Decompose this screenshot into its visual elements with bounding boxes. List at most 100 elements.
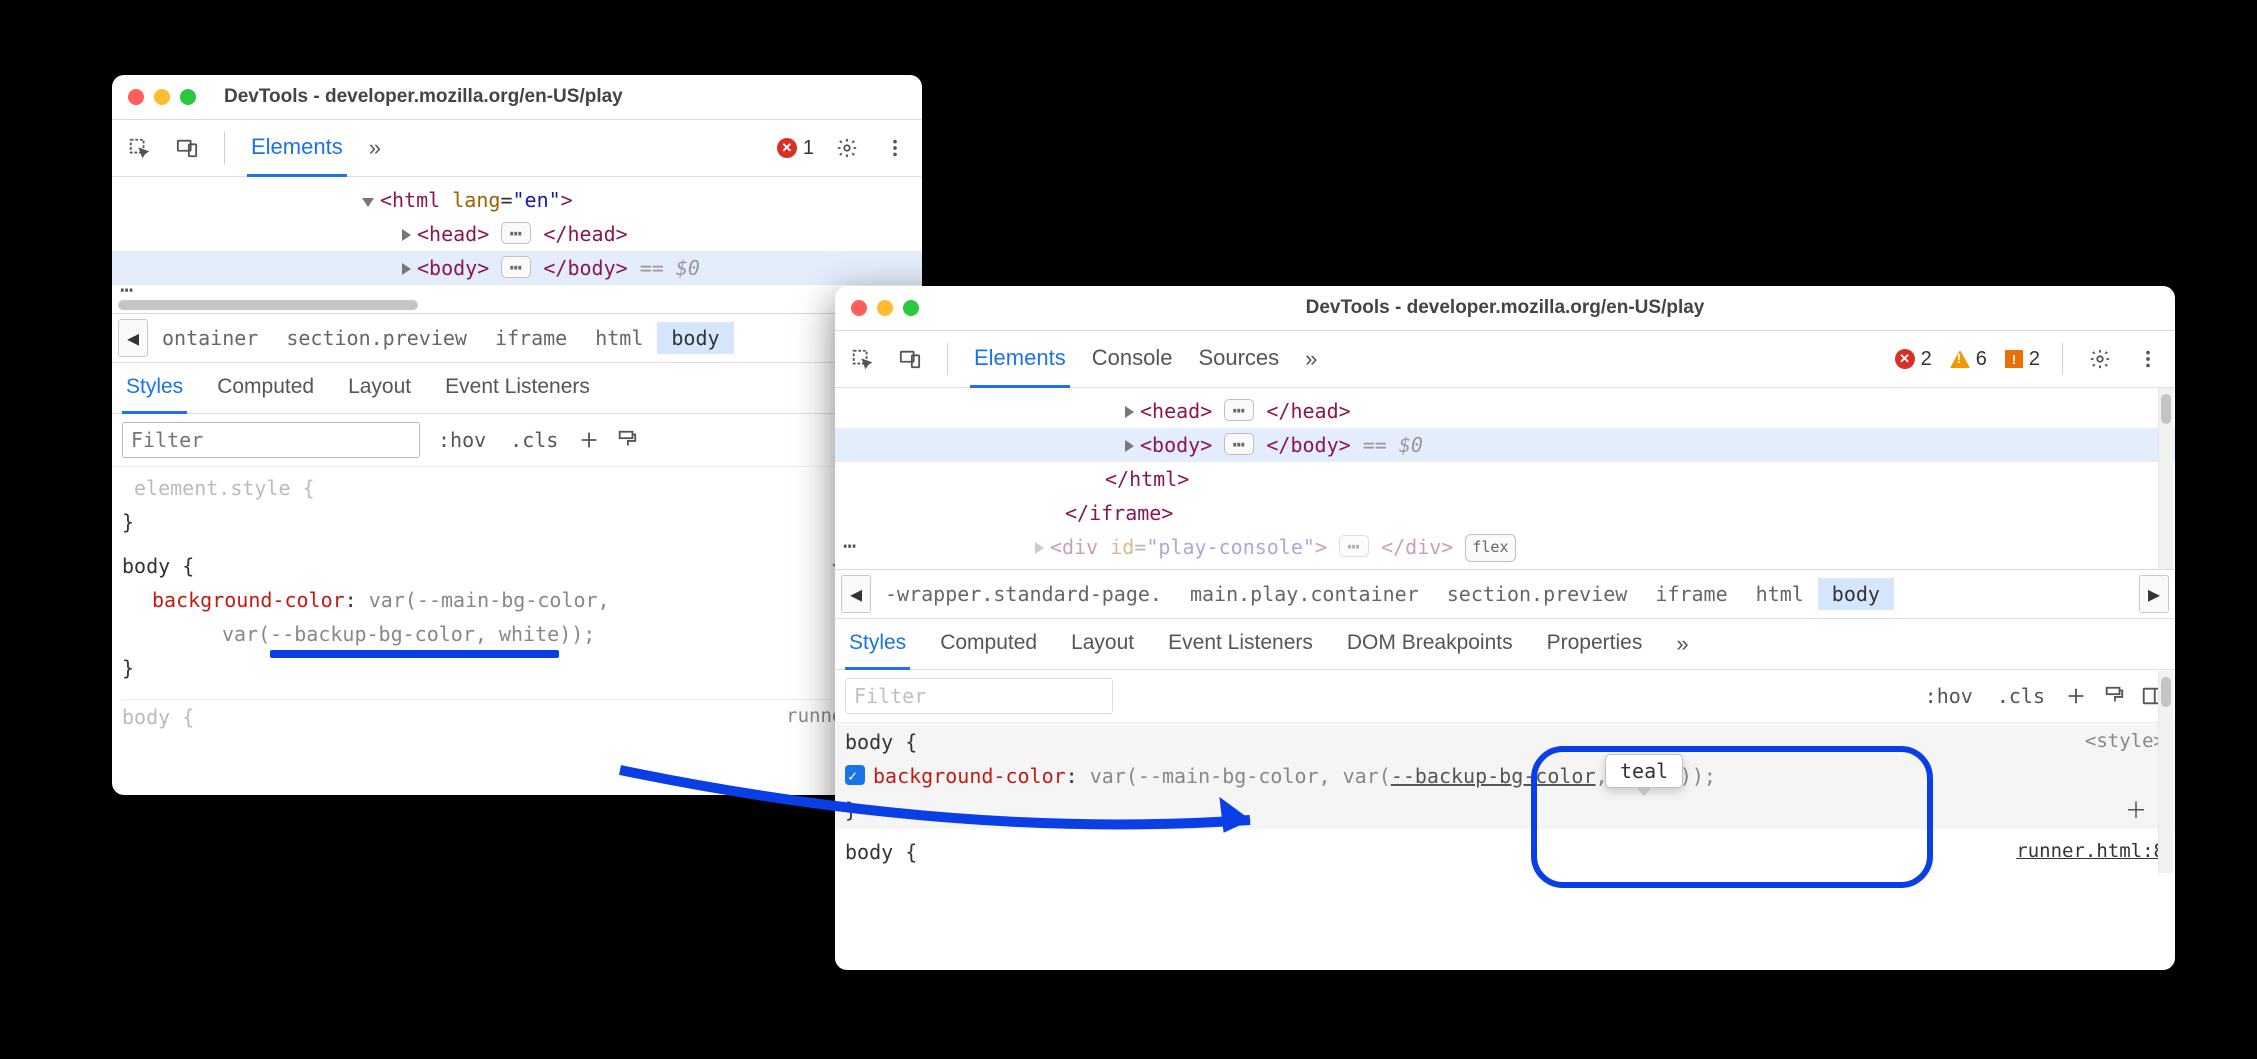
inspect-icon[interactable] <box>847 344 877 374</box>
ellipsis-icon[interactable]: ⋯ <box>1224 399 1254 421</box>
plus-icon[interactable] <box>576 427 602 453</box>
subtab-dom-breakpoints[interactable]: DOM Breakpoints <box>1343 619 1517 670</box>
dom-node-body-selected[interactable]: <body> ⋯ </body> == $0 <box>835 428 2175 462</box>
breadcrumb-scroll-left[interactable]: ◀ <box>841 575 871 613</box>
tab-elements[interactable]: Elements <box>247 120 347 177</box>
minimize-window-button[interactable] <box>154 89 170 105</box>
breadcrumb-scroll-left[interactable]: ◀ <box>118 319 148 357</box>
styles-filter-input[interactable] <box>845 678 1113 714</box>
breadcrumb-item[interactable]: iframe <box>1641 578 1741 610</box>
inspect-icon[interactable] <box>124 133 154 163</box>
breadcrumb-item[interactable]: html <box>581 322 657 354</box>
breadcrumb-item[interactable]: main.play.container <box>1176 578 1433 610</box>
tabs-overflow-icon[interactable]: » <box>365 135 385 161</box>
css-property-row-cont[interactable]: var(--backup-bg-color, white)); <box>122 617 912 651</box>
chevron-right-icon[interactable] <box>1125 440 1134 452</box>
dom-node-div[interactable]: <div id="play-console"> ⋯ </div> flex <box>835 530 2175 564</box>
close-window-button[interactable] <box>128 89 144 105</box>
tab-sources[interactable]: Sources <box>1194 331 1283 388</box>
styles-filter-input[interactable] <box>122 422 420 458</box>
dom-node-head[interactable]: <head> ⋯ </head> <box>835 394 2175 428</box>
breadcrumb-item-selected[interactable]: body <box>657 322 733 354</box>
chevron-right-icon[interactable] <box>402 263 411 275</box>
hover-toggle[interactable]: :hov <box>1919 682 1979 710</box>
zoom-window-button[interactable] <box>180 89 196 105</box>
dom-tree[interactable]: <html lang="en"> <head> ⋯ </head> <body>… <box>112 177 922 313</box>
kebab-icon[interactable] <box>2133 344 2163 374</box>
ellipsis-icon[interactable]: ⋯ <box>501 256 531 278</box>
flex-pill[interactable]: flex <box>1465 534 1515 562</box>
ellipsis-icon[interactable]: ⋯ <box>1224 433 1254 455</box>
paint-icon[interactable] <box>2101 683 2127 709</box>
hover-toggle[interactable]: :hov <box>432 426 492 454</box>
subtab-event-listeners[interactable]: Event Listeners <box>441 363 594 414</box>
paint-icon[interactable] <box>614 427 640 453</box>
message-count[interactable]: 2 <box>2005 348 2040 371</box>
subtab-styles[interactable]: Styles <box>122 363 187 414</box>
dom-node-body-selected[interactable]: <body> ⋯ </body> == $0 <box>112 251 922 285</box>
chevron-right-icon[interactable] <box>402 229 411 241</box>
css-var-backup-link[interactable]: --backup-bg-color <box>1391 764 1596 788</box>
subtab-layout[interactable]: Layout <box>1067 619 1138 670</box>
chevron-down-icon[interactable] <box>362 198 374 207</box>
css-var-backup[interactable]: --backup-bg-color <box>270 622 475 646</box>
chevron-right-icon[interactable] <box>1035 542 1044 554</box>
dom-tree[interactable]: <head> ⋯ </head> <body> ⋯ </body> == $0 … <box>835 388 2175 569</box>
css-rule[interactable]: <style> body { <box>122 549 912 583</box>
tab-elements[interactable]: Elements <box>970 331 1070 388</box>
error-count[interactable]: 2 <box>1895 348 1932 371</box>
divider <box>2062 343 2063 375</box>
subtab-styles[interactable]: Styles <box>845 619 910 670</box>
cls-toggle[interactable]: .cls <box>1991 682 2051 710</box>
cls-toggle[interactable]: .cls <box>504 426 564 454</box>
css-var-main[interactable]: --main-bg-color <box>417 588 598 612</box>
css-rule[interactable]: runner.html body { <box>122 700 912 734</box>
breadcrumb-item[interactable]: section.preview <box>1433 578 1642 610</box>
breadcrumb-item[interactable]: iframe <box>481 322 581 354</box>
css-property-row[interactable]: background-color: var(--main-bg-color, <box>122 583 912 617</box>
add-property-plus-icon[interactable]: ＋ <box>2125 793 2147 830</box>
breadcrumb-item[interactable]: ontainer <box>148 322 272 354</box>
chevron-right-icon[interactable] <box>1125 406 1134 418</box>
styles-filter-row: :hov .cls <box>835 670 2175 723</box>
breadcrumb-item[interactable]: html <box>1742 578 1818 610</box>
warning-count[interactable]: 6 <box>1950 348 1987 371</box>
dom-kebab-icon[interactable]: ⋯ <box>843 528 858 565</box>
subtab-properties[interactable]: Properties <box>1543 619 1647 670</box>
css-property-name[interactable]: background-color <box>152 588 345 612</box>
dom-node-head[interactable]: <head> ⋯ </head> <box>112 217 922 251</box>
rule-close: } <box>122 505 912 539</box>
annotation-arrow <box>610 750 1310 870</box>
horizontal-scrollbar[interactable] <box>118 300 418 310</box>
divider <box>947 343 948 375</box>
vertical-scrollbar[interactable] <box>2158 388 2173 569</box>
gear-icon[interactable] <box>832 133 862 163</box>
dom-node-iframe-close[interactable]: </iframe> <box>835 496 2175 530</box>
subtab-event-listeners[interactable]: Event Listeners <box>1164 619 1317 670</box>
rule-source[interactable]: <style> <box>2085 725 2165 757</box>
breadcrumb-item-selected[interactable]: body <box>1818 578 1894 610</box>
device-toggle-icon[interactable] <box>172 133 202 163</box>
breadcrumb-scroll-right[interactable]: ▶ <box>2139 575 2169 613</box>
error-count[interactable]: 1 <box>777 137 814 160</box>
tabs-overflow-icon[interactable]: » <box>1672 631 1692 657</box>
vertical-scrollbar[interactable] <box>2158 671 2173 873</box>
subtab-computed[interactable]: Computed <box>213 363 318 414</box>
device-toggle-icon[interactable] <box>895 344 925 374</box>
ellipsis-icon[interactable]: ⋯ <box>501 222 531 244</box>
subtab-layout[interactable]: Layout <box>344 363 415 414</box>
gear-icon[interactable] <box>2085 344 2115 374</box>
breadcrumb-item[interactable]: -wrapper.standard-page. <box>871 578 1176 610</box>
breadcrumb-item[interactable]: section.preview <box>272 322 481 354</box>
ellipsis-icon[interactable]: ⋯ <box>1339 535 1369 557</box>
tab-console[interactable]: Console <box>1088 331 1177 388</box>
kebab-icon[interactable] <box>880 133 910 163</box>
titlebar: DevTools - developer.mozilla.org/en-US/p… <box>835 286 2175 331</box>
window-title: DevTools - developer.mozilla.org/en-US/p… <box>224 86 623 108</box>
dom-node-html-close[interactable]: </html> <box>835 462 2175 496</box>
tabs-overflow-icon[interactable]: » <box>1301 346 1321 372</box>
subtab-computed[interactable]: Computed <box>936 619 1041 670</box>
rule-source-link[interactable]: runner.html:8 <box>2016 835 2165 867</box>
dom-node-html[interactable]: <html lang="en"> <box>112 183 922 217</box>
plus-icon[interactable] <box>2063 683 2089 709</box>
